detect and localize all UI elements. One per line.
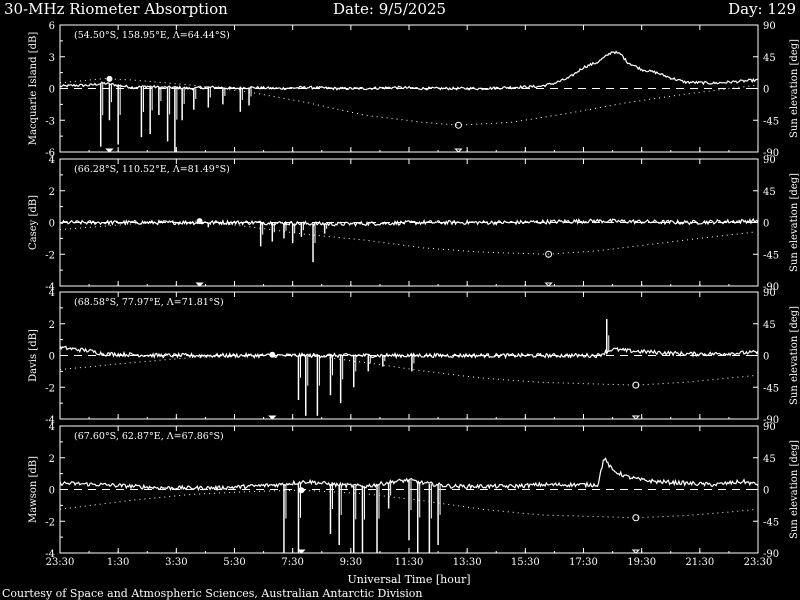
station-coords: (54.50°S, 158.95°E, Λ=64.44°S) (74, 30, 230, 41)
y-tick-label: 0 (49, 219, 55, 230)
riometer-chart: 630-3-690450-45-90(54.50°S, 158.95°E, Λ=… (28, 21, 800, 586)
right-tick-label: -45 (763, 250, 779, 261)
x-tick-label: 7:30 (281, 557, 303, 568)
sun-max-marker (196, 218, 203, 225)
right-tick-label: 45 (763, 53, 776, 64)
right-tick-label: 45 (763, 454, 776, 465)
right-tick-label: 90 (763, 288, 776, 299)
x-tick-label: 9:30 (340, 557, 362, 568)
sun-max-marker (106, 75, 113, 82)
x-tick-label: 1:30 (107, 557, 129, 568)
y-tick-label: -2 (45, 250, 55, 261)
sun-elevation-curve (59, 489, 756, 519)
right-axis-label: Sun elevation [deg] (789, 173, 800, 272)
right-axis-label: Sun elevation [deg] (789, 306, 800, 405)
y-tick-label: -3 (45, 116, 55, 127)
footer-credit: Courtesy of Space and Atmospheric Scienc… (2, 587, 423, 600)
y-axis-label: Mawson [dB] (28, 456, 39, 523)
right-tick-label: 90 (763, 422, 776, 433)
x-tick-label: 3:30 (165, 557, 187, 568)
sun-elevation-curve (59, 220, 756, 255)
x-tick-label: 11:30 (395, 557, 424, 568)
right-tick-label: 45 (763, 320, 776, 331)
sun-max-marker (298, 487, 305, 494)
x-tick-label: 21:30 (685, 557, 714, 568)
y-axis-label: Casey [dB] (28, 195, 39, 250)
right-tick-label: -45 (763, 517, 779, 528)
y-tick-label: -2 (45, 383, 55, 394)
x-tick-label: 13:30 (453, 557, 482, 568)
y-tick-label: 6 (49, 21, 55, 32)
y-axis-label: Macquarie Island [dB] (28, 32, 39, 146)
right-tick-label: -45 (763, 116, 779, 127)
absorption-series (59, 50, 759, 91)
y-tick-label: 4 (49, 422, 55, 433)
y-tick-label: 3 (49, 53, 55, 64)
station-coords: (67.60°S, 62.87°E, Λ=67.86°S) (74, 431, 224, 442)
y-tick-label: 2 (49, 454, 55, 465)
x-axis-label: Universal Time [hour] (348, 573, 471, 586)
y-tick-label: 0 (49, 486, 55, 497)
y-tick-label: 2 (49, 320, 55, 331)
right-tick-label: 0 (763, 486, 769, 497)
y-tick-label: 4 (49, 288, 55, 299)
right-axis-label: Sun elevation [deg] (789, 440, 800, 539)
sun-max-marker (269, 351, 276, 358)
right-tick-label: 0 (763, 352, 769, 363)
right-tick-label: 90 (763, 155, 776, 166)
y-tick-label: -2 (45, 517, 55, 528)
right-tick-label: 0 (763, 85, 769, 96)
right-tick-label: 0 (763, 219, 769, 230)
x-tick-label: 15:30 (511, 557, 540, 568)
right-tick-label: 45 (763, 187, 776, 198)
x-tick-label: 19:30 (627, 557, 656, 568)
panel-macquarie-island: 630-3-690450-45-90(54.50°S, 158.95°E, Λ=… (28, 21, 800, 159)
sun-elevation-curve (59, 354, 756, 386)
station-coords: (66.28°S, 110.52°E, Λ=81.49°S) (74, 164, 230, 175)
station-coords: (68.58°S, 77.97°E, Λ=71.81°S) (74, 297, 224, 308)
panel-mawson: 420-2-490450-45-9023:30 1:30 3:30 5:30 7:30 9… (28, 422, 800, 568)
right-tick-label: -45 (763, 383, 779, 394)
sun-elevation-curve (59, 78, 756, 126)
y-axis-label: Davis [dB] (28, 329, 39, 382)
panel-casey: 420-2-490450-45-90(66.28°S, 110.52°E, Λ=… (28, 155, 800, 293)
y-tick-label: 2 (49, 187, 55, 198)
panel-davis: 420-2-490450-45-90(68.58°S, 77.97°E, Λ=7… (28, 288, 800, 426)
x-tick-label: 23:30 (744, 557, 773, 568)
x-tick-label: 23:30 (46, 557, 75, 568)
x-tick-label: 5:30 (223, 557, 245, 568)
right-axis-label: Sun elevation [deg] (789, 39, 800, 138)
y-tick-label: 0 (49, 352, 55, 363)
right-tick-label: 90 (763, 21, 776, 32)
y-tick-label: 4 (49, 155, 55, 166)
y-tick-label: 0 (49, 85, 55, 96)
x-tick-label: 17:30 (569, 557, 598, 568)
